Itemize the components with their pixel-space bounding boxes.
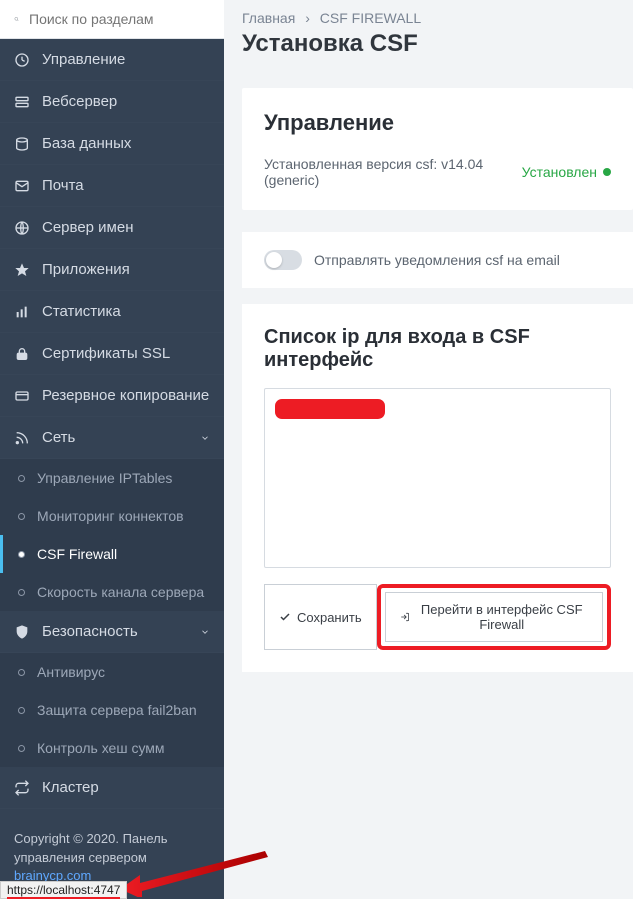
sidebar-item-label: Резервное копирование <box>42 387 209 404</box>
sidebar-item-label: Приложения <box>42 261 130 278</box>
sidebar-item-ssl[interactable]: Сертификаты SSL <box>0 333 224 375</box>
breadcrumb: Главная › CSF FIREWALL <box>224 0 633 30</box>
ip-list-heading: Список ip для входа в CSF интерфейс <box>264 326 611 372</box>
main-content: Главная › CSF FIREWALL Установка CSF Упр… <box>224 0 633 899</box>
sidebar-item-label: Управление IPTables <box>37 470 172 486</box>
globe-icon <box>14 220 30 236</box>
breadcrumb-home[interactable]: Главная <box>242 10 295 26</box>
sidebar-item-apps[interactable]: Приложения <box>0 249 224 291</box>
sidebar-item-label: Статистика <box>42 303 121 320</box>
sidebar-item-label: Управление <box>42 51 125 68</box>
login-icon <box>400 611 410 623</box>
management-heading: Управление <box>264 110 611 136</box>
sidebar-item-label: Сеть <box>42 429 75 446</box>
highlight-box: Перейти в интерфейс CSF Firewall <box>377 584 611 650</box>
sidebar-item-nameserver[interactable]: Сервер имен <box>0 207 224 249</box>
version-label: Установленная версия csf: v14.04 (generi… <box>264 156 500 188</box>
goto-csf-button-label: Перейти в интерфейс CSF Firewall <box>415 602 588 632</box>
security-submenu: Антивирус Защита сервера fail2ban Контро… <box>0 653 224 767</box>
status-dot-icon <box>603 168 611 176</box>
sidebar-sub-csf[interactable]: CSF Firewall <box>0 535 224 573</box>
sidebar-sub-antivirus[interactable]: Антивирус <box>0 653 224 691</box>
install-status: Установлен <box>522 164 611 180</box>
email-toggle-row: Отправлять уведомления csf на email <box>242 232 633 288</box>
sidebar-item-management[interactable]: Управление <box>0 39 224 81</box>
save-button[interactable]: Сохранить <box>264 584 377 650</box>
sidebar-item-label: Кластер <box>42 779 99 796</box>
sidebar-item-label: Сервер имен <box>42 219 134 236</box>
bullet-icon <box>18 551 25 558</box>
network-submenu: Управление IPTables Мониторинг коннектов… <box>0 459 224 611</box>
sidebar-sub-hash[interactable]: Контроль хеш сумм <box>0 729 224 767</box>
dashboard-icon <box>14 52 30 68</box>
sidebar-item-label: Почта <box>42 177 84 194</box>
database-icon <box>14 136 30 152</box>
sidebar-item-label: Сертификаты SSL <box>42 345 170 362</box>
bullet-icon <box>18 589 25 596</box>
sidebar-item-label: Контроль хеш сумм <box>37 740 165 756</box>
redacted-ip <box>275 399 385 419</box>
button-row: Сохранить Перейти в интерфейс CSF Firewa… <box>264 584 611 650</box>
sidebar-item-label: Антивирус <box>37 664 105 680</box>
ip-list-textarea[interactable] <box>264 388 611 568</box>
status-text: Установлен <box>522 164 597 180</box>
sidebar-item-stats[interactable]: Статистика <box>0 291 224 333</box>
sidebar-item-label: Вебсервер <box>42 93 117 110</box>
check-icon <box>279 611 291 623</box>
bullet-icon <box>18 669 25 676</box>
email-notifications-toggle[interactable] <box>264 250 302 270</box>
sidebar-sub-fail2ban[interactable]: Защита сервера fail2ban <box>0 691 224 729</box>
swap-icon <box>14 780 30 796</box>
rss-icon <box>14 430 30 446</box>
management-card: Управление Установленная версия csf: v14… <box>242 88 633 210</box>
mail-icon <box>14 178 30 194</box>
bullet-icon <box>18 707 25 714</box>
bullet-icon <box>18 745 25 752</box>
search-input[interactable] <box>29 11 210 27</box>
sidebar-search[interactable] <box>0 0 224 39</box>
lock-icon <box>14 346 30 362</box>
sidebar-sub-iptables[interactable]: Управление IPTables <box>0 459 224 497</box>
toggle-knob <box>266 252 282 268</box>
ip-list-card: Список ip для входа в CSF интерфейс Сохр… <box>242 304 633 672</box>
sidebar-item-webserver[interactable]: Вебсервер <box>0 81 224 123</box>
sidebar-item-label: Защита сервера fail2ban <box>37 702 197 718</box>
chevron-down-icon <box>200 627 210 637</box>
goto-csf-button[interactable]: Перейти в интерфейс CSF Firewall <box>385 592 603 642</box>
chevron-down-icon <box>200 433 210 443</box>
sidebar-item-label: База данных <box>42 135 131 152</box>
sidebar: Управление Вебсервер База данных Почта С… <box>0 0 224 899</box>
star-icon <box>14 262 30 278</box>
search-icon <box>14 10 19 28</box>
sidebar-item-database[interactable]: База данных <box>0 123 224 165</box>
server-icon <box>14 94 30 110</box>
backup-icon <box>14 388 30 404</box>
toggle-label: Отправлять уведомления csf на email <box>314 252 560 268</box>
sidebar-item-label: CSF Firewall <box>37 546 117 562</box>
chart-icon <box>14 304 30 320</box>
sidebar-item-label: Скорость канала сервера <box>37 584 204 600</box>
sidebar-sub-monitoring[interactable]: Мониторинг коннектов <box>0 497 224 535</box>
sidebar-item-cluster[interactable]: Кластер <box>0 767 224 809</box>
page-title: Установка CSF <box>224 30 633 74</box>
breadcrumb-separator: › <box>305 10 310 26</box>
bullet-icon <box>18 513 25 520</box>
sidebar-item-backup[interactable]: Резервное копирование <box>0 375 224 417</box>
copyright-text: Copyright © 2020. Панель управления серв… <box>14 831 168 864</box>
url-tooltip: https://localhost:4747 <box>0 881 127 899</box>
sidebar-item-network[interactable]: Сеть <box>0 417 224 459</box>
sidebar-item-mail[interactable]: Почта <box>0 165 224 207</box>
breadcrumb-current: CSF FIREWALL <box>320 10 421 26</box>
save-button-label: Сохранить <box>297 610 362 625</box>
shield-icon <box>14 624 30 640</box>
bullet-icon <box>18 475 25 482</box>
sidebar-item-label: Мониторинг коннектов <box>37 508 184 524</box>
sidebar-item-security[interactable]: Безопасность <box>0 611 224 653</box>
url-tooltip-text: https://localhost:4747 <box>7 883 120 899</box>
sidebar-item-label: Безопасность <box>42 623 138 640</box>
sidebar-sub-speed[interactable]: Скорость канала сервера <box>0 573 224 611</box>
